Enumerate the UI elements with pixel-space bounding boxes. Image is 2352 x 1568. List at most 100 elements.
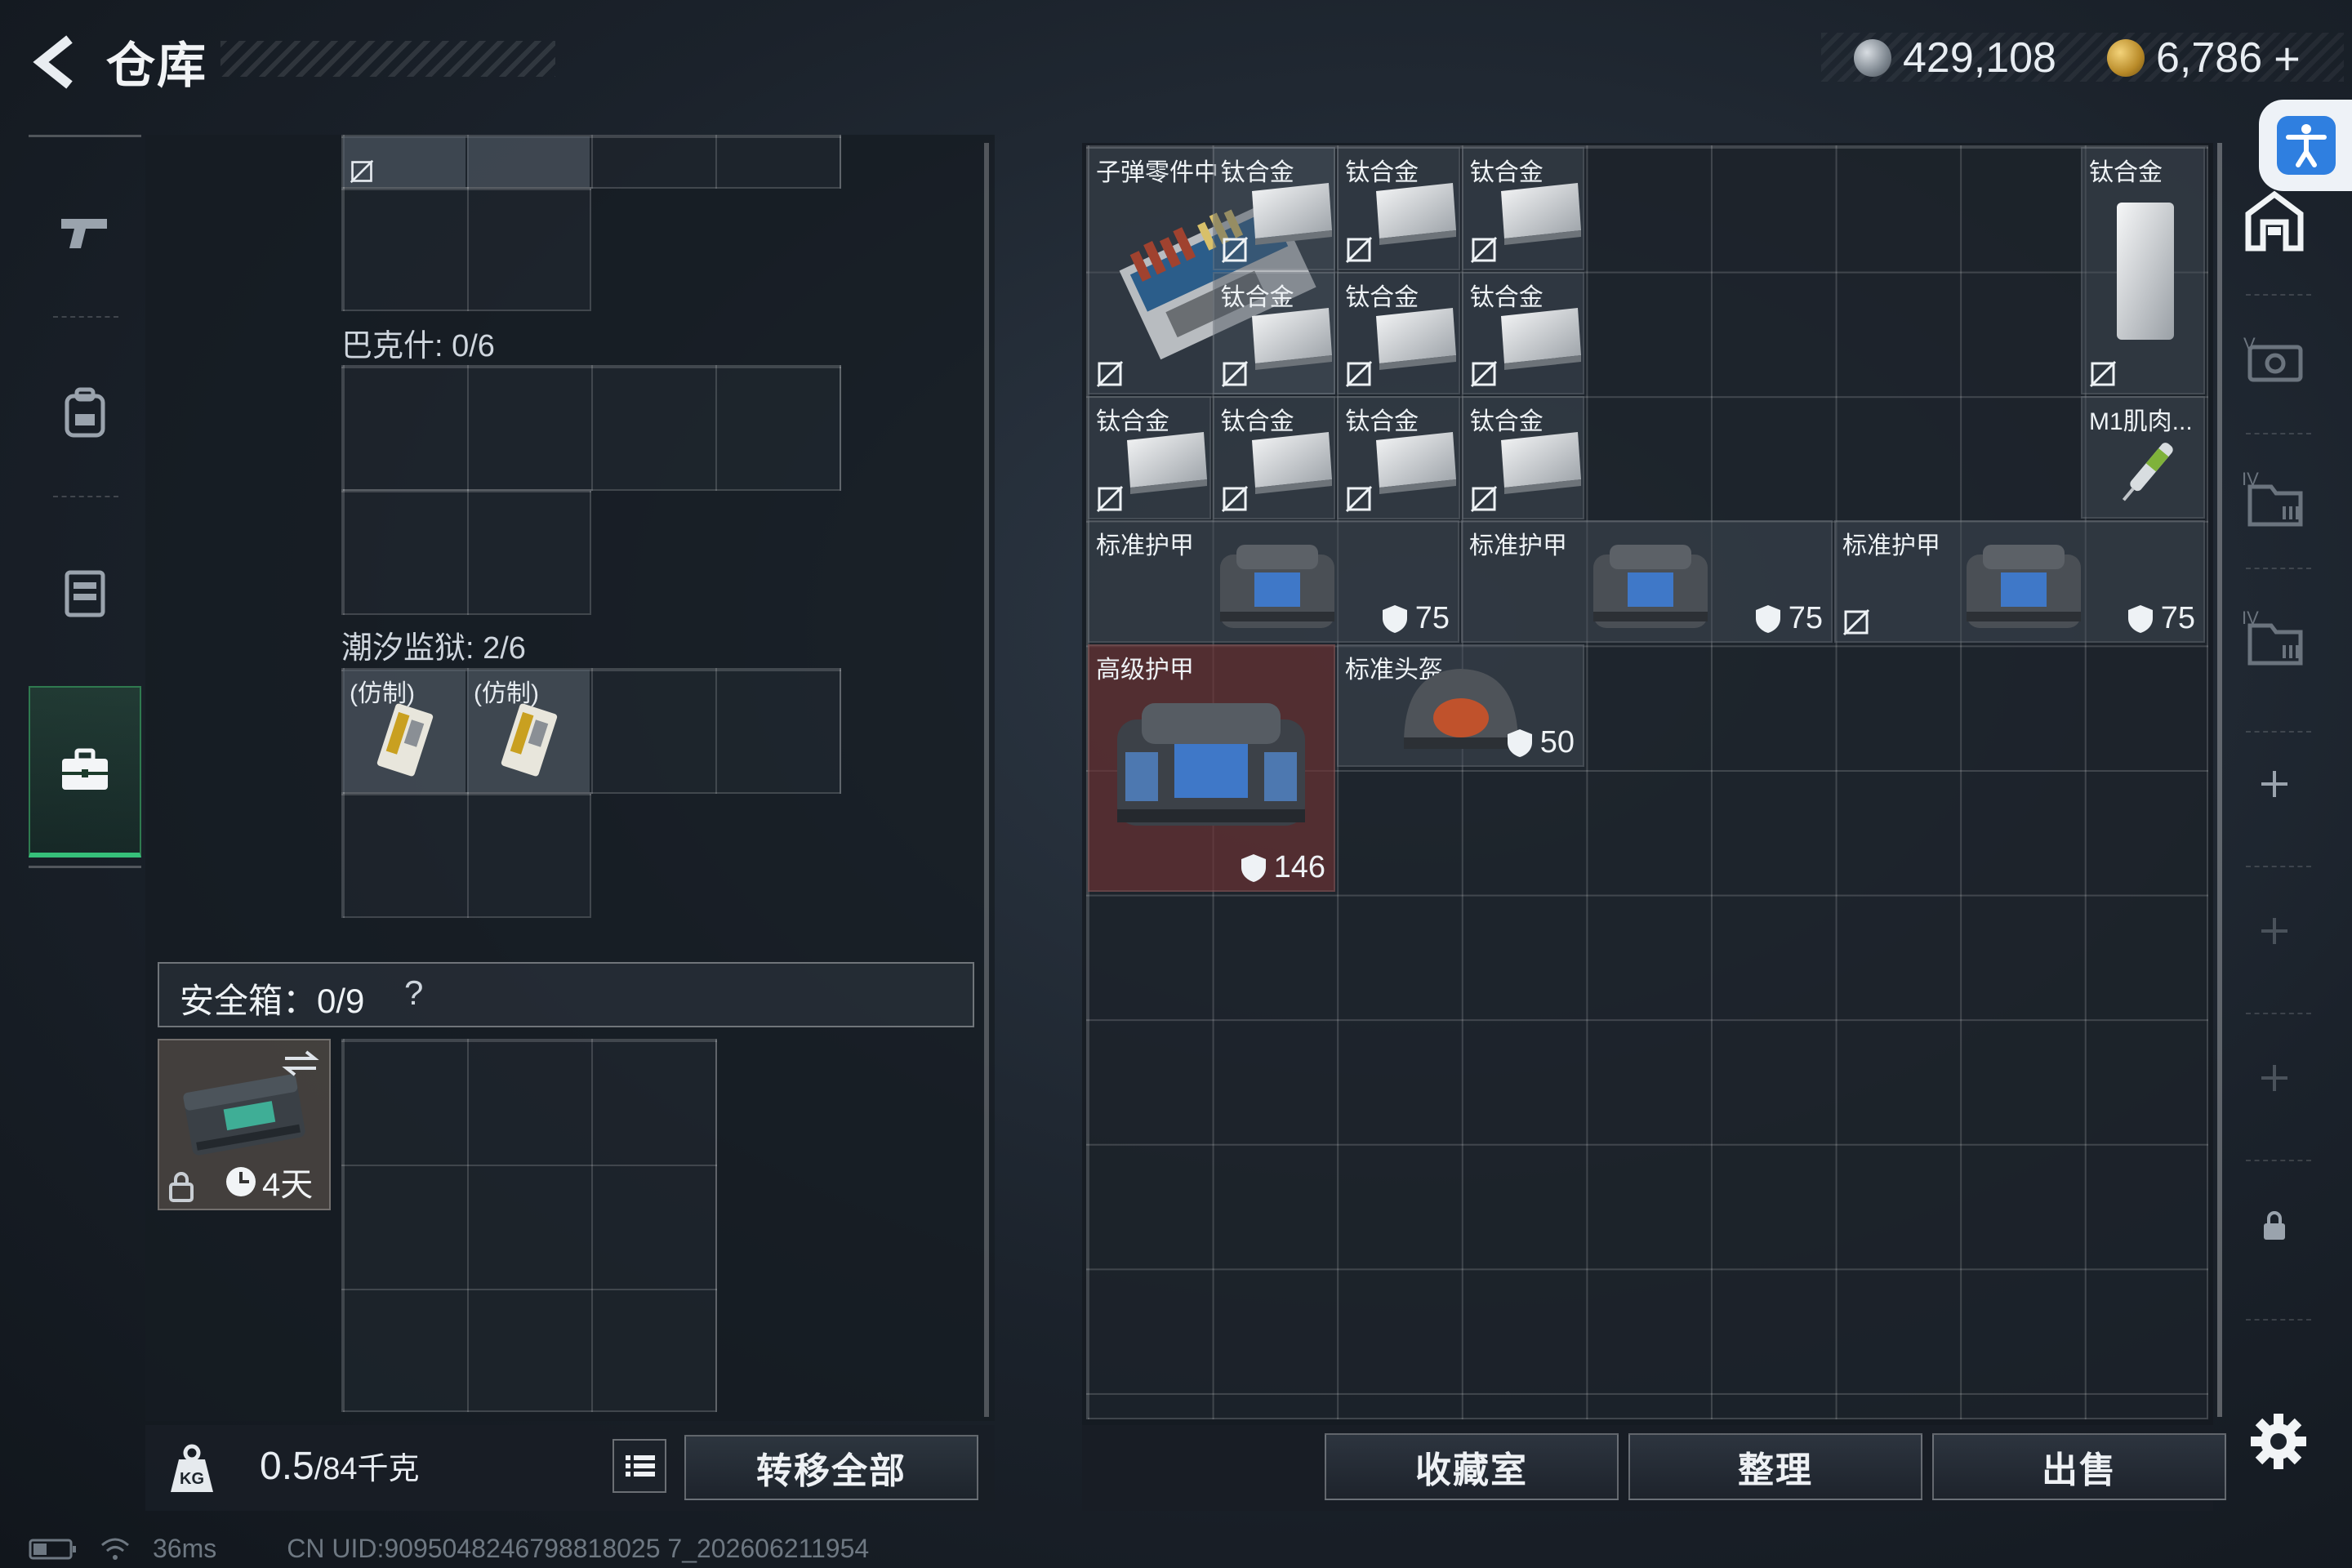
durability: 75 [1381,601,1450,636]
stash-item-standard-armor[interactable]: 标准护甲 75 [1834,520,2205,643]
shield-icon [1241,853,1266,882]
titanium-plate-icon [1376,432,1457,495]
equipment-nav [29,135,141,870]
stash-item-standard-helmet[interactable]: 标准头盔 50 [1337,644,1584,767]
svg-text:KG: KG [180,1470,204,1488]
stash-item-titanium[interactable]: 钛合金 [1212,271,1336,395]
container-grid-tidal-2[interactable] [341,792,591,918]
armor-vest-icon [1593,545,1708,628]
container-grid-bakesh[interactable] [341,365,841,491]
lock-icon [2264,1211,2285,1240]
titanium-plate-icon [1500,432,1581,495]
stash-item-titanium[interactable]: 钛合金 [1461,396,1585,519]
safe-box-help-button[interactable]: ? [404,973,423,1013]
stash-tab-2[interactable]: V [2230,298,2319,421]
nav-weapon-tab[interactable] [29,151,141,314]
shield-icon [1755,604,1780,633]
container-label-tidal-prison: 潮汐监狱: 2/6 [341,631,526,666]
safe-box-label: 安全箱：0/9 [180,982,365,1020]
titanium-plate-icon [1251,432,1332,495]
titanium-plate-icon [1500,307,1581,370]
item-label: 钛合金 [2089,159,2163,186]
stash-tab-3[interactable]: IV [2230,437,2319,559]
sort-button[interactable]: 整理 [1628,1433,1922,1500]
weight-max: /84千克 [314,1452,420,1486]
stash-item-titanium[interactable]: 钛合金 [1461,147,1585,270]
backpack-icon [65,387,105,438]
nav-backpack-tab[interactable] [29,331,141,494]
left-panel-scrollbar[interactable] [984,143,989,1417]
nav-chest-rig-tab[interactable] [29,510,141,674]
container-label-bakesh: 巴克什: 0/6 [341,329,495,363]
plus-icon [2261,918,2287,944]
nav-secure-case-tab[interactable] [29,686,141,858]
status-bar: 36ms CN UID:9095048246798818025 7_202606… [29,1534,869,1564]
safe-case-timer: 4天 [262,1167,314,1203]
stash-item-titanium[interactable]: 钛合金 [1212,147,1336,270]
stash-item-advanced-armor[interactable]: 高级护甲 146 [1088,644,1335,892]
shield-icon [1507,728,1532,757]
keycard-item[interactable]: (仿制) [343,670,466,792]
no-sell-icon [1096,485,1124,512]
durability: 75 [1754,601,1823,636]
back-arrow-icon [33,35,73,89]
stash-item-titanium[interactable]: 钛合金 [1461,271,1585,395]
titanium-plate-icon [2117,203,2174,340]
keycard-item[interactable]: (仿制) [467,670,590,792]
title-decoration [220,41,555,77]
partial-item[interactable] [467,136,590,187]
no-sell-icon [1221,485,1248,512]
stash-item-titanium[interactable]: 钛合金 [1212,396,1336,519]
swap-icon[interactable] [282,1047,319,1080]
stash-scrollbar[interactable] [2217,143,2222,1417]
stash-item-standard-armor[interactable]: 标准护甲 75 [1088,520,1459,643]
shield-icon [2127,604,2153,633]
injector-icon [2122,443,2173,501]
page-title: 仓库 [106,38,207,93]
stash-item-standard-armor[interactable]: 标准护甲 75 [1461,520,1833,643]
add-stash-tab-button[interactable] [2230,739,2319,829]
collection-room-button[interactable]: 收藏室 [1325,1433,1619,1500]
lock-icon [169,1172,194,1202]
add-currency-button[interactable]: + [2274,32,2301,85]
currency-premium[interactable]: 6,786 + [2107,29,2301,87]
stash-item-titanium[interactable]: 钛合金 [1337,271,1460,395]
weight-value: 0.5 [260,1445,314,1488]
no-sell-icon [2089,360,2117,388]
safe-box-grid[interactable] [341,1039,717,1412]
stash-item-titanium[interactable]: 钛合金 [1088,396,1211,519]
partial-item[interactable] [343,136,466,187]
stash-item-titanium[interactable]: 钛合金 [1337,396,1460,519]
stash-tab-main[interactable] [2230,159,2319,282]
battery-icon [29,1539,76,1559]
sell-button[interactable]: 出售 [1932,1433,2226,1500]
stash-item-m1-injector[interactable]: M1肌肉... [2081,396,2205,519]
add-stash-tab-disabled [2230,1033,2319,1123]
durability: 146 [1240,850,1325,885]
briefcase-icon [62,748,108,790]
warehouse-icon [2245,190,2304,252]
ping-text: 36ms [153,1534,217,1563]
titanium-plate-icon [1500,183,1581,245]
no-sell-icon [1470,236,1497,263]
stash-item-titanium[interactable]: 钛合金 [1337,147,1460,270]
list-view-button[interactable] [612,1439,666,1493]
vest-icon [65,570,105,617]
transfer-all-button[interactable]: 转移全部 [684,1435,978,1500]
no-sell-icon [1096,360,1124,388]
shield-icon [1382,604,1407,633]
add-stash-tab-disabled [2230,886,2319,976]
back-button[interactable] [24,29,90,95]
currency-2-amount: 6,786 [2156,34,2263,82]
wifi-icon [101,1538,129,1560]
container-grid-bakesh-2[interactable] [341,489,591,615]
container-grid-partial-2[interactable] [341,187,591,311]
settings-gear-icon[interactable] [2246,1409,2311,1474]
titanium-plate-icon [1376,183,1457,245]
titanium-plate-icon [1251,183,1332,245]
stash-item-titanium-tall[interactable]: 钛合金 [2081,147,2205,394]
safe-case-item[interactable]: 4天 [158,1039,331,1210]
item-label: 标准护甲 [1469,532,1567,559]
armor-vest-icon [1967,545,2081,628]
stash-tab-4[interactable]: IV [2230,576,2319,698]
